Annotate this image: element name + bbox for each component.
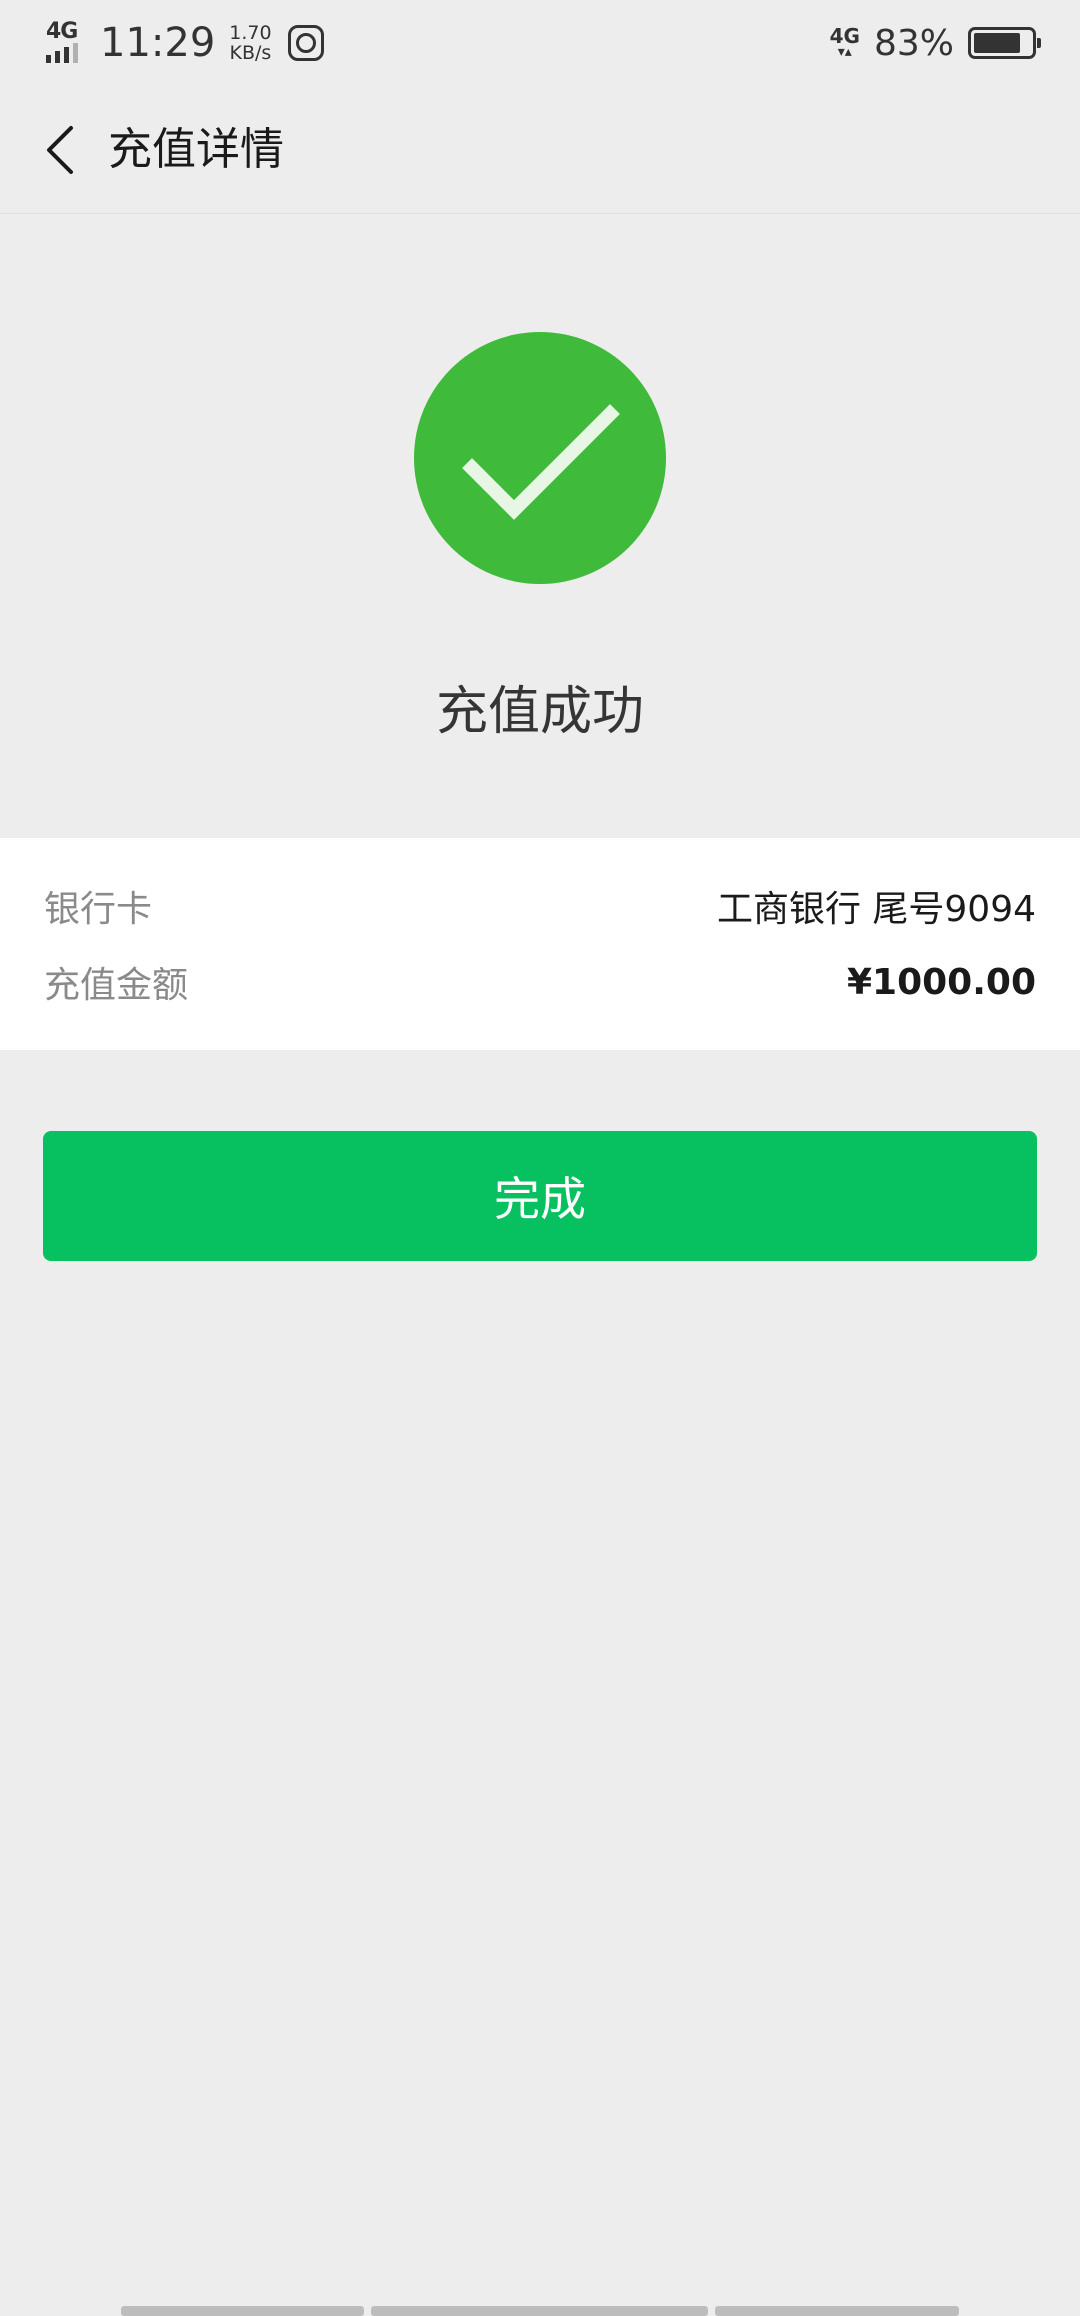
detail-value: ¥1000.00 — [846, 961, 1036, 1003]
battery-fill — [974, 33, 1021, 53]
details-card — [0, 838, 1080, 1050]
signal-4g-icon: 4G ▾▴ — [829, 24, 860, 60]
result-title: 充值成功 — [435, 682, 644, 742]
app-notification-icon — [287, 25, 324, 61]
nav-bar: 充值详情 — [0, 86, 1080, 214]
screen: 4G 11:29 1.70 KB/s 4G ▾▴ 83% 充值详情 充值成功 银… — [0, 0, 1080, 2316]
status-right: 4G ▾▴ 83% — [829, 18, 1041, 68]
signal-label: 4G — [46, 19, 78, 44]
net-speed: 1.70 KB/s — [229, 23, 271, 63]
net-speed-value: 1.70 — [229, 22, 272, 44]
check-mark-icon — [462, 404, 620, 520]
detail-value: 工商银行 尾号9094 — [716, 889, 1036, 930]
gesture-bar-left[interactable] — [121, 2306, 364, 2316]
status-time: 11:29 — [100, 20, 216, 66]
done-button[interactable]: 完成 — [43, 1131, 1037, 1261]
detail-label: 充值金额 — [44, 965, 189, 1006]
chevron-left-icon — [47, 126, 73, 174]
signal-4g-label: 4G — [829, 24, 860, 48]
back-button[interactable] — [30, 120, 90, 180]
detail-row-amount: 充值金额 ¥1000.00 — [44, 952, 1036, 1012]
signal-icon: 4G — [44, 19, 92, 65]
check-circle-icon — [414, 332, 666, 584]
data-arrows-icon: ▾▴ — [837, 44, 852, 60]
net-speed-unit: KB/s — [229, 42, 272, 64]
gesture-bar-right[interactable] — [715, 2306, 959, 2316]
detail-label: 银行卡 — [44, 889, 153, 930]
status-bar: 4G 11:29 1.70 KB/s 4G ▾▴ 83% — [0, 0, 1080, 86]
status-left: 4G 11:29 1.70 KB/s — [44, 18, 324, 68]
battery-percent: 83% — [873, 22, 954, 64]
gesture-bar-center[interactable] — [371, 2306, 708, 2316]
detail-row-bank-card: 银行卡 工商银行 尾号9094 — [44, 876, 1036, 936]
signal-bars — [46, 43, 78, 63]
page-title: 充值详情 — [108, 124, 284, 175]
battery-icon — [968, 27, 1041, 59]
